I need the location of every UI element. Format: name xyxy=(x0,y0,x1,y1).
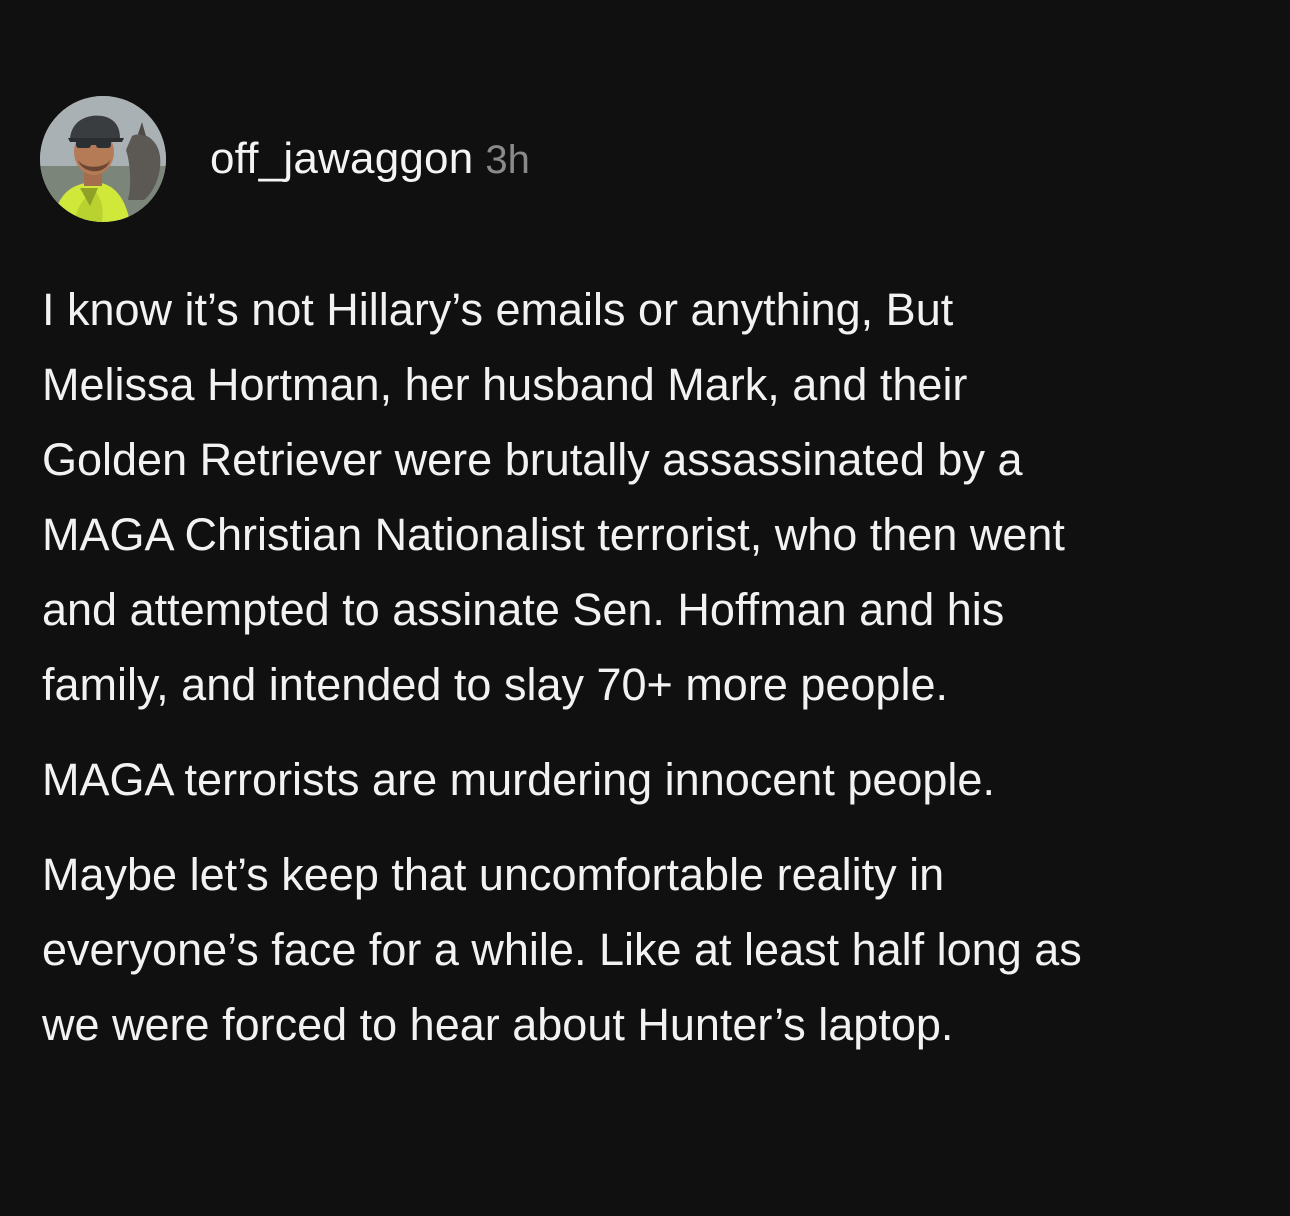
post-body: I know it’s not Hillary’s emails or anyt… xyxy=(42,272,1262,1062)
username-link[interactable]: off_jawaggon xyxy=(210,134,473,184)
text-line: MAGA terrorists are murdering innocent p… xyxy=(42,754,995,805)
avatar[interactable] xyxy=(40,96,166,222)
post-paragraph-3: Maybe let’s keep that uncomfortable real… xyxy=(42,837,1262,1062)
user-avatar-photo-icon xyxy=(40,96,166,222)
post-header: off_jawaggon 3h xyxy=(40,96,530,222)
post-paragraph-2: MAGA terrorists are murdering innocent p… xyxy=(42,742,1262,817)
text-line: everyone’s face for a while. Like at lea… xyxy=(42,924,1082,975)
post-meta: off_jawaggon 3h xyxy=(210,134,530,184)
text-line: I know it’s not Hillary’s emails or anyt… xyxy=(42,284,954,335)
text-line: Maybe let’s keep that uncomfortable real… xyxy=(42,849,945,900)
post-card: off_jawaggon 3h I know it’s not Hillary’… xyxy=(0,0,1290,1216)
text-line: Melissa Hortman, her husband Mark, and t… xyxy=(42,359,968,410)
text-line: Golden Retriever were brutally assassina… xyxy=(42,434,1023,485)
text-line: MAGA Christian Nationalist terrorist, wh… xyxy=(42,509,1065,560)
text-line: we were forced to hear about Hunter’s la… xyxy=(42,999,954,1050)
post-paragraph-1: I know it’s not Hillary’s emails or anyt… xyxy=(42,272,1262,722)
text-line: family, and intended to slay 70+ more pe… xyxy=(42,659,948,710)
post-timestamp: 3h xyxy=(485,138,530,182)
text-line: and attempted to assinate Sen. Hoffman a… xyxy=(42,584,1005,635)
